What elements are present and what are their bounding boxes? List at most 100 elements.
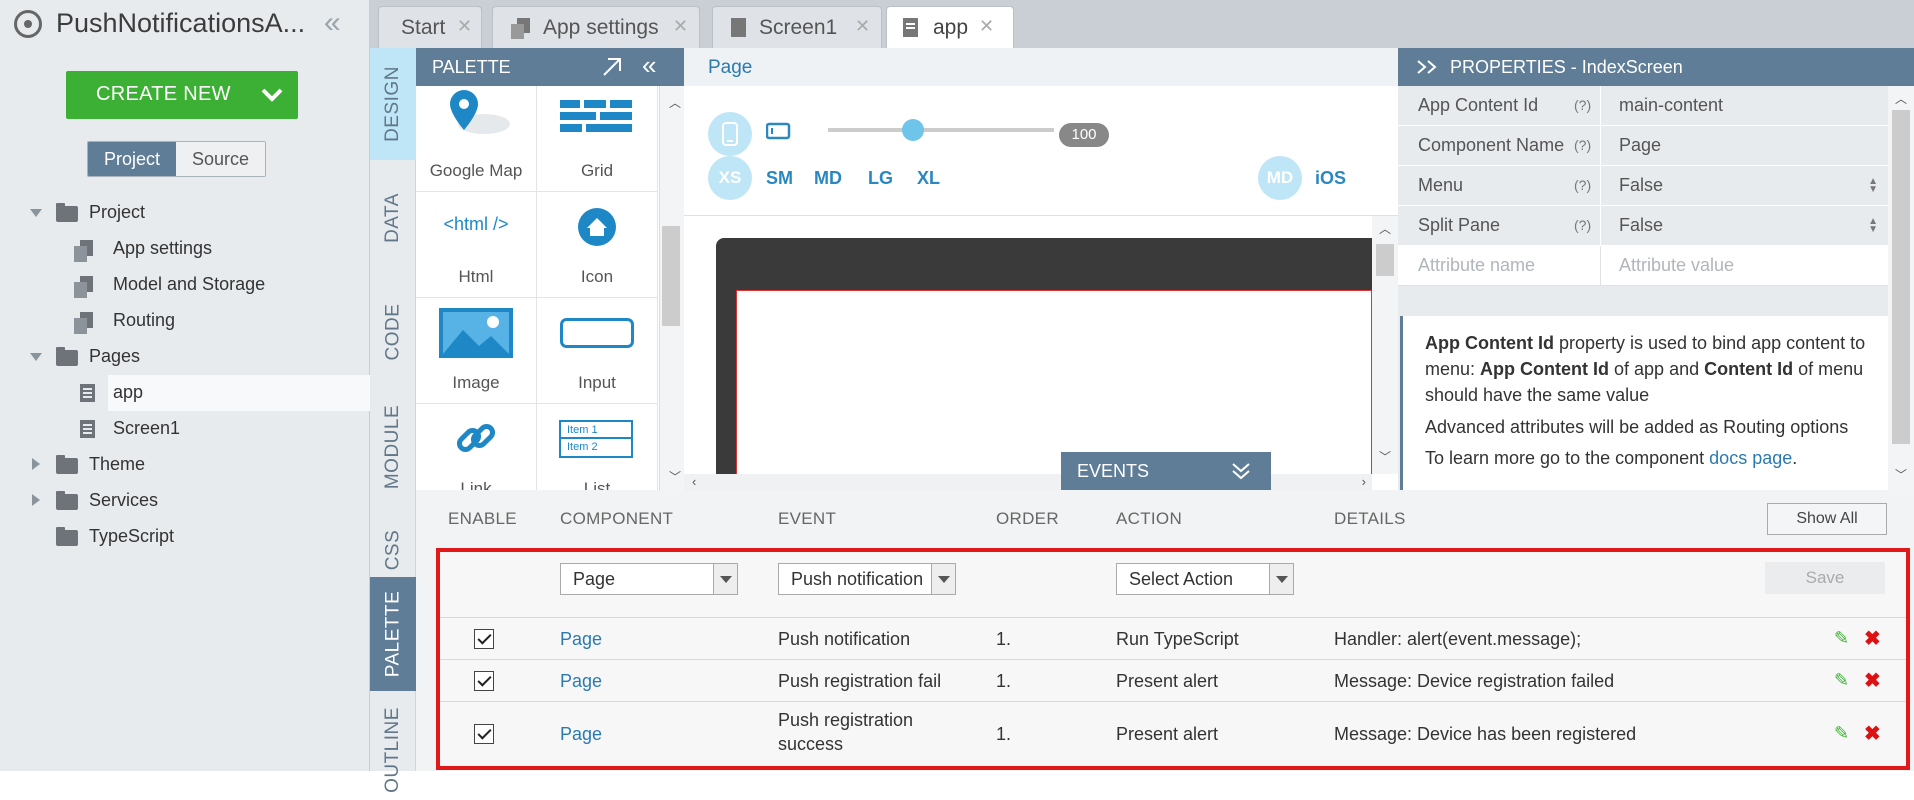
tree-item-theme[interactable]: Theme: [89, 454, 145, 475]
scroll-left-icon[interactable]: ‹: [692, 474, 696, 489]
expand-theme-icon[interactable]: [32, 458, 40, 470]
tree-item-typescript[interactable]: TypeScript: [89, 526, 174, 547]
platform-md-button[interactable]: MD: [1258, 156, 1302, 200]
image-icon: [439, 308, 513, 358]
palette-item-label: Google Map: [429, 161, 523, 180]
collapse-down-icon[interactable]: [1231, 462, 1251, 480]
properties-scrollbar[interactable]: ︿ ﹀: [1888, 86, 1914, 490]
breakpoint-xs[interactable]: XS: [708, 156, 752, 200]
tab-screen1[interactable]: Screen1 ✕: [712, 6, 882, 48]
palette-scrollbar[interactable]: ︿ ﹀: [660, 86, 684, 490]
zoom-slider-track[interactable]: [828, 128, 1054, 132]
prop-value-select[interactable]: False ▲ ▼: [1600, 206, 1888, 246]
tree-item-services[interactable]: Services: [89, 490, 158, 511]
expand-project-icon[interactable]: [30, 209, 42, 217]
help-icon[interactable]: (?): [1574, 97, 1591, 113]
prop-value-select[interactable]: False ▲ ▼: [1600, 166, 1888, 206]
app-logo-icon: [14, 10, 42, 38]
input-icon: [560, 318, 634, 348]
prop-row-new-attribute: Attribute name Attribute value: [1398, 246, 1888, 286]
breakpoint-sm[interactable]: SM: [766, 168, 793, 189]
scrollbar-thumb[interactable]: [1892, 110, 1910, 444]
create-new-button[interactable]: CREATE NEW: [66, 71, 298, 119]
scroll-up-icon[interactable]: ︿: [669, 94, 681, 111]
breakpoint-xl[interactable]: XL: [917, 168, 940, 189]
tab-app-settings[interactable]: App settings ✕: [492, 6, 700, 48]
source-toggle-button[interactable]: Source: [176, 142, 266, 176]
expand-right-icon[interactable]: [1416, 59, 1440, 75]
phone-icon: [722, 122, 738, 146]
scroll-down-icon[interactable]: ﹀: [669, 468, 681, 485]
tree-item-project[interactable]: Project: [89, 202, 145, 223]
scrollbar-thumb[interactable]: [1376, 244, 1394, 276]
palette-item-icon[interactable]: Icon: [537, 192, 658, 298]
help-icon[interactable]: (?): [1574, 177, 1591, 193]
tree-item-app-settings[interactable]: App settings: [113, 238, 212, 259]
zoom-slider-handle[interactable]: [902, 119, 924, 141]
expand-pages-icon[interactable]: [30, 353, 42, 361]
tree-item-app[interactable]: app: [113, 382, 143, 403]
prop-value-input[interactable]: main-content: [1600, 86, 1888, 126]
docs-page-link[interactable]: docs page: [1709, 448, 1792, 468]
page-breadcrumb[interactable]: Page: [708, 57, 752, 79]
help-icon[interactable]: (?): [1574, 137, 1591, 153]
prop-value: main-content: [1619, 95, 1724, 115]
tab-start[interactable]: Start ✕: [378, 6, 482, 48]
scroll-down-icon[interactable]: ﹀: [1379, 448, 1391, 465]
list-icon: Item 1 Item 2: [559, 420, 633, 458]
chevron-down-icon[interactable]: [260, 82, 284, 106]
device-screen[interactable]: [736, 290, 1372, 478]
property-help-box: App Content Id property is used to bind …: [1400, 316, 1888, 490]
attribute-name-input[interactable]: Attribute name: [1418, 255, 1535, 276]
tab-outline[interactable]: OUTLINE: [370, 700, 416, 800]
prop-row-app-content-id: App Content Id (?) main-content: [1398, 86, 1888, 126]
breakpoint-lg[interactable]: LG: [868, 168, 893, 189]
palette-item-grid[interactable]: Grid: [537, 86, 658, 192]
show-all-button[interactable]: Show All: [1767, 503, 1887, 535]
palette-item-link[interactable]: Link: [416, 404, 537, 490]
palette-grid: Google Map Grid <html /> Html Icon Image…: [416, 86, 660, 490]
close-icon[interactable]: ✕: [673, 16, 688, 37]
events-panel-header[interactable]: EVENTS: [1061, 452, 1271, 490]
tab-code[interactable]: CODE: [370, 282, 416, 382]
tablet-view-icon[interactable]: [766, 122, 792, 140]
close-icon[interactable]: ✕: [457, 16, 472, 37]
expand-services-icon[interactable]: [32, 494, 40, 506]
scroll-right-icon[interactable]: ›: [1362, 474, 1366, 489]
platform-ios-button[interactable]: iOS: [1315, 168, 1346, 189]
tree-item-pages[interactable]: Pages: [89, 346, 140, 367]
canvas-vertical-scrollbar[interactable]: ︿ ﹀: [1372, 216, 1398, 474]
close-icon[interactable]: ✕: [855, 16, 870, 37]
collapse-palette-icon[interactable]: «: [642, 50, 656, 81]
breakpoint-md[interactable]: MD: [814, 168, 842, 189]
tree-item-screen1[interactable]: Screen1: [113, 418, 180, 439]
help-icon[interactable]: (?): [1574, 217, 1591, 233]
tree-item-routing[interactable]: Routing: [113, 310, 175, 331]
folder-icon: [56, 347, 78, 366]
pin-icon[interactable]: [602, 57, 622, 77]
palette-item-list[interactable]: Item 1 Item 2 List: [537, 404, 658, 490]
collapse-panel-icon[interactable]: «: [324, 6, 341, 40]
palette-item-google-map[interactable]: Google Map: [416, 86, 537, 192]
scrollbar-thumb[interactable]: [662, 226, 680, 326]
scroll-up-icon[interactable]: ︿: [1379, 220, 1391, 237]
attribute-value-input[interactable]: Attribute value: [1600, 246, 1888, 286]
tab-data[interactable]: DATA: [370, 168, 416, 268]
close-icon[interactable]: ✕: [979, 16, 994, 37]
palette-item-html[interactable]: <html /> Html: [416, 192, 537, 298]
tab-css[interactable]: CSS: [370, 520, 416, 580]
help-paragraph: To learn more go to the component docs p…: [1425, 445, 1872, 471]
scroll-down-icon[interactable]: ﹀: [1895, 466, 1907, 483]
tab-app[interactable]: app ✕: [886, 6, 1014, 48]
tab-palette[interactable]: PALETTE: [370, 577, 416, 691]
project-source-toggle: Project Source: [87, 141, 267, 177]
project-toggle-button[interactable]: Project: [88, 142, 177, 176]
tab-module[interactable]: MODULE: [370, 392, 416, 502]
phone-view-button[interactable]: [708, 112, 752, 156]
tab-design[interactable]: DESIGN: [370, 48, 416, 160]
tree-item-model-storage[interactable]: Model and Storage: [113, 274, 265, 295]
palette-item-image[interactable]: Image: [416, 298, 537, 404]
palette-item-input[interactable]: Input: [537, 298, 658, 404]
prop-value-input[interactable]: Page: [1600, 126, 1888, 166]
scroll-up-icon[interactable]: ︿: [1895, 90, 1907, 107]
